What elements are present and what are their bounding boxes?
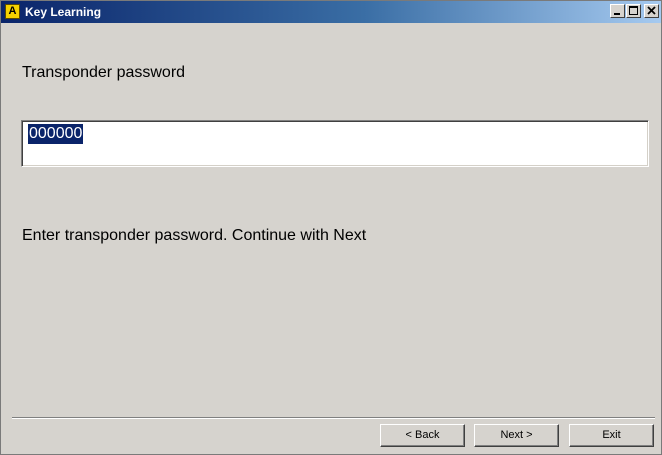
- transponder-password-label: Transponder password: [22, 64, 186, 81]
- maximize-icon: [629, 6, 638, 15]
- close-button[interactable]: [644, 4, 659, 18]
- minimize-button[interactable]: [610, 4, 625, 18]
- maximize-button[interactable]: [626, 4, 641, 18]
- exit-button[interactable]: Exit: [569, 424, 654, 447]
- button-separator: [12, 417, 655, 419]
- transponder-password-value[interactable]: 000000: [28, 124, 84, 144]
- app-icon: A: [5, 4, 20, 19]
- transponder-password-input[interactable]: 000000: [21, 120, 649, 167]
- title-bar[interactable]: A Key Learning: [1, 1, 661, 23]
- window-title: Key Learning: [25, 5, 102, 19]
- minimize-icon: [614, 13, 620, 15]
- instruction-text: Enter transponder password. Continue wit…: [22, 227, 367, 244]
- next-button[interactable]: Next >: [474, 424, 559, 447]
- key-learning-window: A Key Learning Transponder password 0000…: [0, 0, 662, 455]
- back-button[interactable]: < Back: [380, 424, 465, 447]
- close-icon: [647, 6, 656, 15]
